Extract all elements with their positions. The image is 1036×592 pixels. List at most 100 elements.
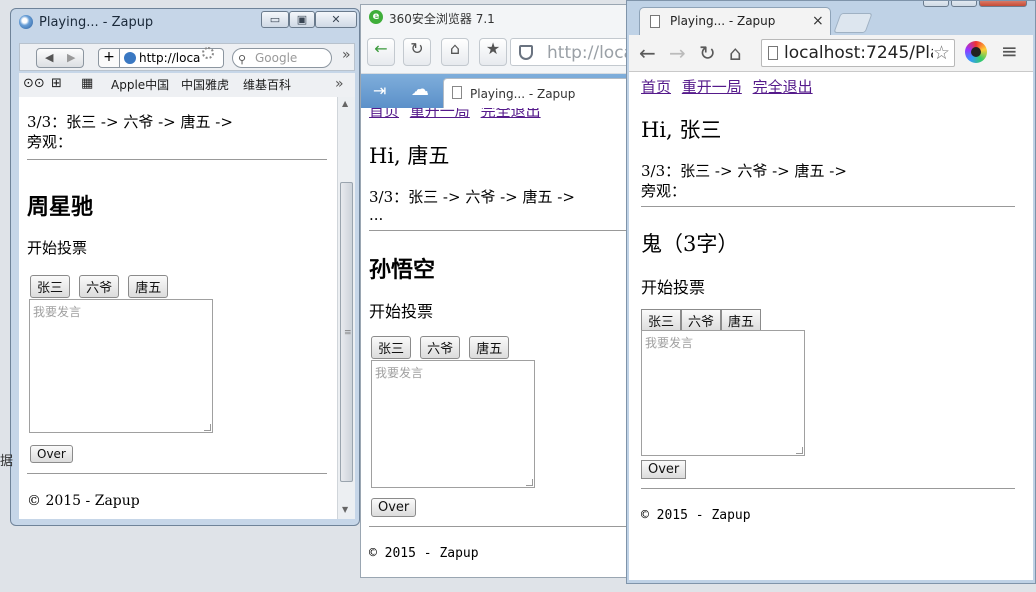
speech-textarea[interactable]: 我要发言 xyxy=(29,299,213,433)
player-name: 鬼（3字） xyxy=(641,232,739,256)
nav-quit-link[interactable]: 完全退出 xyxy=(753,78,813,96)
scroll-up-icon[interactable]: ▲ xyxy=(342,99,348,108)
status-text: 开始投票 xyxy=(369,302,434,321)
more-bookmarks-icon[interactable]: » xyxy=(335,76,344,92)
footer-text: © 2015 - Zapup xyxy=(369,546,479,561)
divider xyxy=(369,230,627,231)
greeting: Hi, 唐五 xyxy=(369,144,450,168)
nav-restart-link[interactable]: 重开一局 xyxy=(410,108,470,120)
nav-home-link[interactable]: 首页 xyxy=(641,78,671,96)
player-name: 孙悟空 xyxy=(369,257,436,283)
greeting: Hi, 张三 xyxy=(641,118,722,142)
search-field[interactable]: ⚲ Google xyxy=(232,48,332,68)
back-forward-buttons[interactable]: ◀ ▶ xyxy=(36,48,84,68)
shield-icon xyxy=(519,45,533,60)
speech-placeholder: 我要发言 xyxy=(645,336,694,350)
url-text: http://loca xyxy=(547,43,628,63)
toolbar: ← ↻ ⌂ ★ http://loca xyxy=(361,31,628,74)
vote-button-tangwu[interactable]: 唐五 xyxy=(128,275,169,298)
sidebar-toggle-icon[interactable]: ⇥ xyxy=(373,81,386,100)
spectators-label: ... xyxy=(369,206,384,224)
back-arrow-icon[interactable]: ← xyxy=(367,38,395,66)
maximize-button[interactable]: ▣ xyxy=(289,11,315,28)
browser-window-360: e 360安全浏览器 7.1 ← ↻ ⌂ ★ http://loca ⇥ ☁ P… xyxy=(360,4,628,578)
speech-textarea[interactable]: 我要发言 xyxy=(641,330,805,456)
reload-icon[interactable]: ↻ xyxy=(699,41,716,65)
caption-buttons xyxy=(923,1,1031,7)
spectators-label: 旁观： xyxy=(27,133,73,151)
url-text: localhost:7245/Play xyxy=(784,43,951,63)
vote-button-tangwu[interactable]: 唐五 xyxy=(469,336,510,359)
vote-button-zhangsan[interactable]: 张三 xyxy=(30,275,71,298)
minimize-button[interactable]: ▭ xyxy=(261,11,289,28)
speech-textarea[interactable]: 我要发言 xyxy=(371,360,535,488)
star-icon[interactable]: ★ xyxy=(479,38,507,66)
page-content: 首页 重开一局 完全退出 Hi, 唐五 3/3：张三 -> 六爷 -> 唐五 -… xyxy=(361,108,627,577)
refresh-icon[interactable]: ↻ xyxy=(403,38,431,66)
toolbar: ◀ ▶ + http://loca ⚲ Google » xyxy=(19,43,355,71)
tab-playing[interactable]: Playing... - Zapup × xyxy=(639,7,831,35)
new-tab-button[interactable] xyxy=(833,13,873,33)
spectators-label: 旁观： xyxy=(641,182,687,200)
book-icon[interactable]: ⊞ xyxy=(51,76,62,91)
vote-button-liuye[interactable]: 六爷 xyxy=(420,336,461,359)
footer-divider xyxy=(27,473,327,474)
nav-quit-link[interactable]: 完全退出 xyxy=(481,108,541,120)
scroll-down-icon[interactable]: ▼ xyxy=(342,505,348,514)
add-bookmark-button[interactable]: + xyxy=(98,48,120,68)
scrollbar-thumb[interactable]: ≡ xyxy=(340,182,353,482)
vote-button-tangwu[interactable]: 唐五 xyxy=(721,309,762,332)
over-button[interactable]: Over xyxy=(641,460,687,479)
over-button-wrap: Over xyxy=(641,458,687,479)
title-bar[interactable]: e 360安全浏览器 7.1 xyxy=(361,5,627,31)
bookmark-apple[interactable]: Apple中国 xyxy=(111,76,169,93)
status-text: 开始投票 xyxy=(27,239,88,257)
grip-icon: ≡ xyxy=(344,328,352,338)
home-icon[interactable]: ⌂ xyxy=(441,38,469,66)
vote-buttons: 张三 六爷 唐五 xyxy=(641,309,762,332)
nav-restart-link[interactable]: 重开一局 xyxy=(682,78,742,96)
over-button[interactable]: Over xyxy=(371,498,417,517)
speech-placeholder: 我要发言 xyxy=(375,366,424,380)
window-title: Playing... - Zapup xyxy=(39,15,154,30)
loading-spinner-icon xyxy=(202,47,214,59)
address-bar[interactable]: localhost:7245/Play ☆ xyxy=(761,39,955,67)
extension-icon[interactable] xyxy=(965,41,987,63)
bookmark-star-icon[interactable]: ☆ xyxy=(932,40,950,66)
tab-strip: ⇥ ☁ Playing... - Zapup xyxy=(361,74,627,108)
menu-icon[interactable]: ≡ xyxy=(1001,39,1018,63)
more-chevron-icon[interactable]: » xyxy=(342,47,351,63)
bookmark-yahoo[interactable]: 中国雅虎 xyxy=(181,76,229,93)
reading-glasses-icon[interactable]: ⊙⊙ xyxy=(23,76,45,91)
status-text: 开始投票 xyxy=(641,278,706,297)
browser-window-chrome: Playing... - Zapup × ← → ↻ ⌂ localhost:7… xyxy=(626,0,1036,584)
title-bar[interactable]: Playing... - Zapup ▭ ▣ ✕ xyxy=(11,9,359,37)
tab-playing[interactable]: Playing... - Zapup xyxy=(443,78,627,108)
home-icon[interactable]: ⌂ xyxy=(729,41,742,65)
globe-icon xyxy=(124,52,136,64)
vertical-scrollbar[interactable]: ▲ ≡ ▼ xyxy=(337,97,355,519)
progress-text: 3/3：张三 -> 六爷 -> 唐五 -> xyxy=(27,113,233,131)
desktop-partial-text: 据 xyxy=(0,454,14,469)
cloud-icon[interactable]: ☁ xyxy=(411,79,429,100)
footer-text: © 2015 - Zapup xyxy=(641,508,751,523)
back-arrow-icon[interactable]: ← xyxy=(639,41,656,65)
maximize-button[interactable] xyxy=(951,1,977,7)
forward-arrow-icon[interactable]: → xyxy=(669,41,686,65)
page-icon xyxy=(650,15,660,28)
over-button[interactable]: Over xyxy=(30,445,73,463)
nav-home-link[interactable]: 首页 xyxy=(369,108,399,120)
close-button[interactable]: ✕ xyxy=(315,11,357,28)
grid-icon[interactable]: ▦ xyxy=(81,76,93,91)
forward-arrow-icon[interactable]: ▶ xyxy=(67,51,75,64)
vote-button-zhangsan[interactable]: 张三 xyxy=(641,309,682,332)
vote-button-liuye[interactable]: 六爷 xyxy=(79,275,120,298)
back-arrow-icon[interactable]: ◀ xyxy=(45,51,53,64)
tab-title: Playing... - Zapup xyxy=(470,87,576,101)
close-button[interactable] xyxy=(979,1,1027,7)
bookmark-wiki[interactable]: 维基百科 xyxy=(243,76,291,93)
tab-close-icon[interactable]: × xyxy=(812,13,824,29)
vote-button-liuye[interactable]: 六爷 xyxy=(681,309,722,332)
vote-button-zhangsan[interactable]: 张三 xyxy=(371,336,412,359)
minimize-button[interactable] xyxy=(923,1,949,7)
